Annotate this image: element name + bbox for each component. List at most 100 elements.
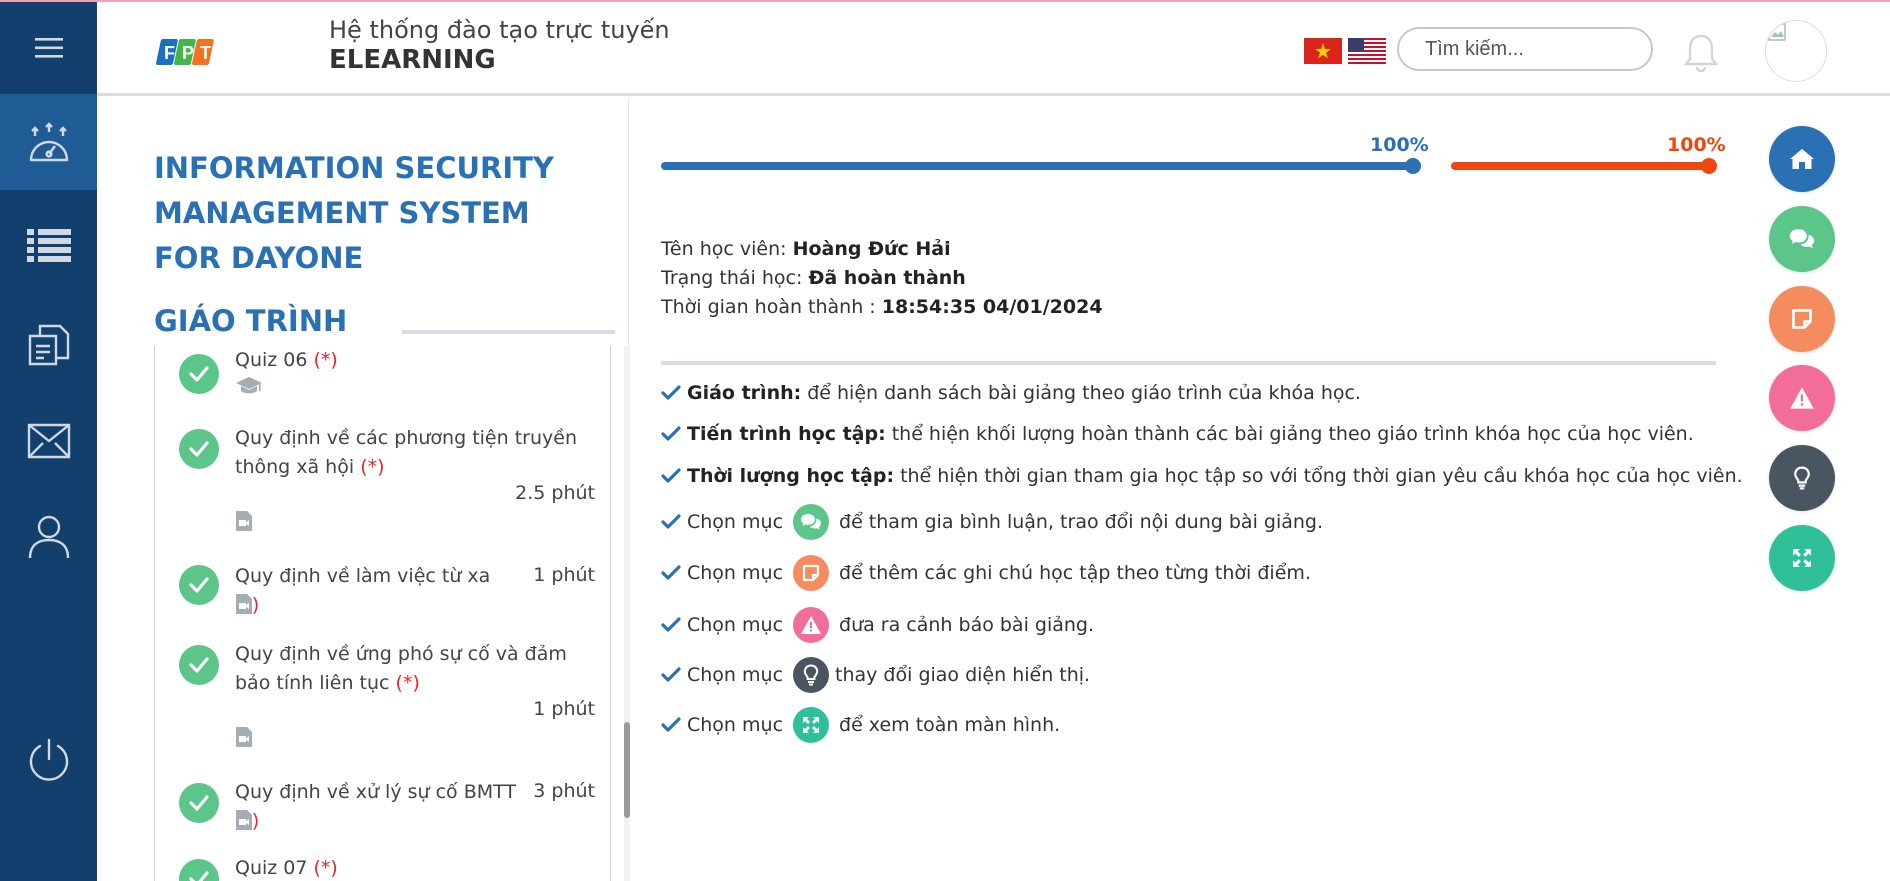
sidebar-item-messages[interactable] — [0, 396, 97, 486]
checkmark-icon — [661, 426, 681, 442]
course-title: INFORMATION SECURITY MANAGEMENT SYSTEM F… — [154, 151, 554, 275]
completed-check-icon — [179, 645, 219, 685]
student-name: Tên học viên: Hoàng Đức Hải — [661, 238, 951, 260]
learning-status: Trạng thái học: Đã hoàn thành — [661, 267, 966, 289]
list-item[interactable]: Quiz 07 (*) — [155, 854, 595, 881]
guide-theme: Chọn mục thay đổi giao diện hiển thị. — [661, 657, 1090, 693]
guide-fullscreen: Chọn mục để xem toàn màn hình. — [661, 707, 1060, 743]
checkmark-icon — [661, 514, 681, 530]
left-sidebar — [0, 2, 97, 881]
sidebar-item-documents[interactable] — [0, 300, 97, 390]
language-vietnamese[interactable] — [1304, 38, 1342, 64]
lesson-title: Quiz 06 (*) — [235, 349, 338, 371]
lesson-title: Quy định về xử lý sự cố BMTT (*) — [235, 781, 517, 832]
broken-image-icon — [1768, 23, 1786, 41]
completed-check-icon — [179, 354, 219, 394]
svg-text:F: F — [164, 43, 175, 63]
sidebar-item-courses[interactable] — [0, 200, 97, 290]
list-item[interactable]: Quy định về xử lý sự cố BMTT (*) 3 phút — [155, 778, 595, 838]
guide-comment: Chọn mục để tham gia bình luận, trao đổi… — [661, 504, 1323, 540]
system-subtitle: Hệ thống đào tạo trực tuyến — [329, 16, 670, 44]
progress-fill — [661, 162, 1413, 170]
progress-label: 100% — [1370, 134, 1429, 156]
dashboard-icon — [29, 122, 68, 162]
comment-icon — [793, 504, 830, 540]
list-item[interactable]: Quy định về các phương tiện truyền thông… — [155, 424, 595, 544]
list-icon — [26, 229, 71, 262]
usa-flag-icon — [1348, 38, 1386, 64]
user-icon — [28, 515, 69, 559]
fullscreen-icon — [1793, 549, 1811, 567]
checkmark-icon — [661, 667, 681, 683]
guide-note: Chọn mục để thêm các ghi chú học tập the… — [661, 555, 1311, 591]
top-header: FPT Hệ thống đào tạo trực tuyến ELEARNIN… — [97, 2, 1890, 96]
lesson-duration: 2.5 phút — [515, 482, 595, 504]
completed-check-icon — [179, 565, 219, 605]
guide-warning: Chọn mục đưa ra cảnh báo bài giảng. — [661, 607, 1094, 643]
avatar[interactable] — [1765, 20, 1827, 82]
guide-progress: Tiến trình học tập: thể hiện khối lượng h… — [661, 423, 1694, 445]
lesson-title: Quy định về các phương tiện truyền thông… — [235, 427, 577, 478]
checkmark-icon — [661, 565, 681, 581]
completion-time: Thời gian hoàn thành : 18:54:35 04/01/20… — [661, 296, 1103, 318]
notification-button[interactable] — [1682, 32, 1720, 77]
vietnam-flag-icon — [1304, 38, 1342, 64]
fpt-logo[interactable]: FPT — [154, 35, 216, 69]
list-item[interactable]: Quy định về ứng phó sự cố và đảm bảo tín… — [155, 640, 595, 760]
list-item[interactable]: Quiz 06 (*) — [155, 346, 595, 416]
svg-text:T: T — [200, 43, 211, 63]
video-file-icon — [236, 511, 252, 531]
checkmark-icon — [661, 385, 681, 401]
completed-check-icon — [179, 429, 219, 469]
divider — [661, 361, 1716, 365]
documents-icon — [28, 324, 69, 366]
fullscreen-icon — [793, 707, 830, 743]
lesson-title: Quy định về ứng phó sự cố và đảm bảo tín… — [235, 643, 567, 694]
scrollbar-thumb[interactable] — [624, 722, 630, 818]
lesson-list: Quiz 06 (*) Quy định về các phương tiện … — [154, 346, 611, 881]
lightbulb-icon — [793, 657, 830, 693]
note-button[interactable] — [1769, 286, 1835, 352]
comment-icon — [1789, 229, 1815, 249]
sidebar-item-profile[interactable] — [0, 492, 97, 582]
guide-duration: Thời lượng học tập: thể hiện thời gian th… — [661, 465, 1743, 487]
logout-button[interactable] — [0, 714, 97, 804]
video-file-icon — [236, 594, 252, 614]
menu-toggle-button[interactable] — [0, 2, 97, 94]
list-item[interactable]: Quy định về làm việc từ xa (*) 1 phút — [155, 562, 595, 622]
power-icon — [29, 738, 68, 781]
completed-check-icon — [179, 783, 219, 823]
note-icon — [793, 555, 830, 591]
completed-check-icon — [179, 859, 219, 881]
menu-icon — [34, 38, 63, 58]
comment-button[interactable] — [1769, 206, 1835, 272]
lesson-title: Quy định về làm việc từ xa (*) — [235, 565, 491, 616]
system-title: ELEARNING — [329, 45, 496, 75]
progress-handle — [1701, 158, 1717, 174]
lesson-duration: 1 phút — [533, 564, 595, 586]
checkmark-icon — [661, 717, 681, 733]
language-english[interactable] — [1348, 38, 1386, 64]
home-icon — [1790, 149, 1814, 169]
sidebar-item-dashboard[interactable] — [0, 94, 97, 190]
lesson-duration: 3 phút — [533, 780, 595, 802]
warning-button[interactable] — [1769, 365, 1835, 431]
lesson-duration: 1 phút — [533, 698, 595, 720]
video-file-icon — [236, 727, 252, 747]
divider — [402, 330, 615, 334]
lightbulb-icon — [1794, 466, 1810, 490]
fullscreen-button[interactable] — [1769, 525, 1835, 591]
svg-text:P: P — [182, 43, 194, 63]
warning-icon — [793, 607, 830, 643]
graduation-cap-icon — [236, 377, 262, 394]
guide-syllabus: Giáo trình: để hiện danh sách bài giảng t… — [661, 382, 1361, 404]
theme-button[interactable] — [1769, 445, 1835, 511]
checkmark-icon — [661, 617, 681, 633]
bell-icon — [1683, 34, 1719, 73]
progress-handle — [1405, 158, 1421, 174]
warning-icon — [1790, 387, 1814, 409]
home-button[interactable] — [1769, 126, 1835, 192]
syllabus-heading: GIÁO TRÌNH — [154, 304, 348, 338]
progress-fill — [1451, 162, 1710, 170]
search-input[interactable] — [1397, 27, 1653, 71]
